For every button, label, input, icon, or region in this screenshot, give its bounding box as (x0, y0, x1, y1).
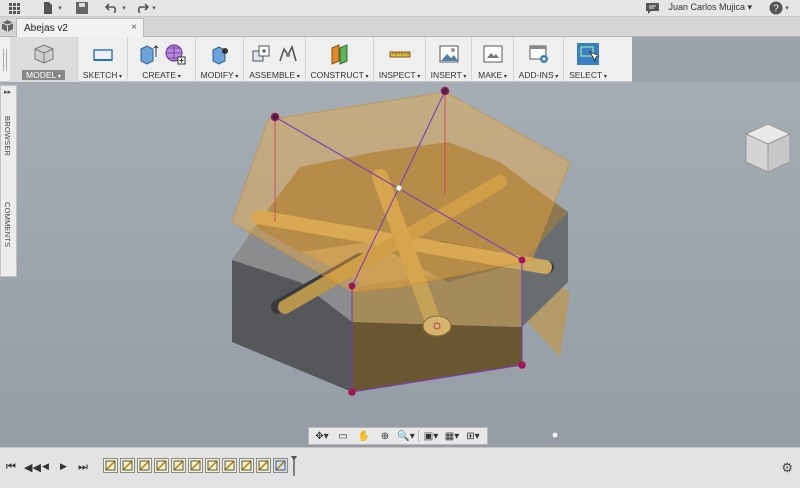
measure-icon (389, 51, 410, 58)
addins-group[interactable]: ADD-INS (514, 37, 564, 82)
timeline-play-icon[interactable]: ▶ (60, 461, 67, 472)
joint-icon (278, 44, 297, 62)
undo-icon[interactable] (104, 1, 120, 15)
help-chevron-icon: ▾ (785, 5, 789, 12)
timeline-feature[interactable] (273, 458, 288, 473)
sketch-rectangle-icon (92, 49, 113, 61)
construct-group[interactable]: CONSTRUCT (306, 37, 374, 82)
timeline-feature[interactable] (256, 458, 271, 473)
viewcube[interactable] (743, 122, 793, 174)
timeline-marker[interactable] (291, 456, 297, 476)
select-label: SELECT (569, 70, 607, 80)
scripts-addins-icon (529, 45, 548, 63)
timeline-end-icon[interactable]: ⏭ (78, 461, 88, 474)
assemble-group[interactable]: ASSEMBLE (244, 37, 306, 82)
messages-icon[interactable] (644, 1, 660, 15)
redo-icon[interactable] (134, 1, 150, 15)
sketch-label: SKETCH (83, 70, 122, 80)
timeline-feature[interactable] (239, 458, 254, 473)
zoom-icon[interactable]: 🔍▾ (397, 431, 415, 442)
gear-icon[interactable]: ⚙ (781, 460, 793, 476)
save-icon[interactable] (74, 1, 90, 15)
select-group[interactable]: SELECT (564, 37, 612, 82)
help-icon[interactable]: ? ▾ (766, 1, 792, 15)
app-grid-icon[interactable] (6, 1, 22, 15)
new-component-icon (252, 45, 269, 62)
timeline-track[interactable] (103, 458, 288, 480)
browser-panel-toggle[interactable]: BROWSER (3, 116, 12, 156)
construct-label: CONSTRUCT (310, 70, 368, 80)
undo-chevron-icon[interactable]: ▾ (120, 1, 128, 15)
create-group[interactable]: CREATE (128, 37, 196, 82)
insert-label: INSERT (431, 70, 467, 80)
modify-group[interactable]: MODIFY (196, 37, 244, 82)
modify-label: MODIFY (201, 70, 239, 80)
insert-image-icon (439, 45, 458, 63)
user-menu[interactable]: Juan Carlos Mujica ▾ (668, 2, 752, 13)
workspace-switcher-model[interactable]: MODEL (10, 37, 78, 82)
addins-label: ADD-INS (519, 70, 559, 80)
timeline-back-icon[interactable]: ◀◀ (24, 461, 41, 474)
grid-settings-icon[interactable]: ▦▾ (443, 431, 461, 442)
data-panel-icon[interactable] (2, 20, 13, 32)
insert-group[interactable]: INSERT (426, 37, 472, 82)
select-icon (577, 43, 599, 65)
timeline-feature[interactable] (137, 458, 152, 473)
navigation-bar: ✥▾ ▭ ✋ ⊕ 🔍▾ ▣▾ ▦▾ ⊞▾ (308, 427, 488, 445)
model-workspace-icon (34, 44, 53, 64)
look-at-icon[interactable]: ▭ (334, 431, 352, 442)
make-label: MAKE (478, 70, 507, 80)
timeline-prev-icon[interactable]: ◀ (42, 461, 49, 472)
model-canvas[interactable] (0, 82, 800, 447)
close-tab-icon[interactable]: × (131, 22, 137, 33)
timeline-feature[interactable] (120, 458, 135, 473)
comments-panel-toggle[interactable]: COMMENTS (3, 202, 12, 247)
form-sphere-icon (165, 44, 185, 65)
ribbon-grip[interactable] (0, 37, 10, 82)
channel-end (422, 315, 452, 337)
expand-panel-icon[interactable]: ▸▸ (4, 88, 11, 96)
timeline-start-icon[interactable]: ⏮ (6, 461, 16, 474)
sketch-group[interactable]: SKETCH (78, 37, 128, 82)
timeline-feature[interactable] (188, 458, 203, 473)
inspect-group[interactable]: INSPECT (374, 37, 426, 82)
toolbar-ribbon: MODEL SKETCH CREATE MODIFY ASSEMBLE CONS… (0, 37, 632, 82)
timeline: ⏮ ◀◀ ◀ ▶ ⏭ ⚙ (0, 447, 800, 488)
timeline-feature[interactable] (205, 458, 220, 473)
press-pull-icon (212, 46, 228, 65)
zoom-window-icon[interactable]: ⊕ (376, 431, 394, 442)
inspect-label: INSPECT (379, 70, 421, 80)
pan-icon[interactable]: ✋ (355, 431, 373, 442)
document-title: Abejas v2 (24, 22, 68, 34)
orbit-icon[interactable]: ✥▾ (313, 431, 331, 442)
timeline-feature[interactable] (171, 458, 186, 473)
side-panel: ▸▸ BROWSER COMMENTS (0, 85, 17, 277)
help-icon-glyph: ? (773, 4, 779, 15)
3d-print-icon (483, 45, 502, 63)
extrude-icon (140, 45, 158, 65)
app-bar: ▾ ▾ ▾ Juan Carlos Mujica ▾ ? ▾ (0, 0, 800, 17)
timeline-feature[interactable] (103, 458, 118, 473)
viewports-icon[interactable]: ⊞▾ (464, 431, 482, 442)
offset-plane-icon (331, 44, 347, 65)
redo-chevron-icon[interactable]: ▾ (150, 1, 158, 15)
document-tab[interactable]: Abejas v2 × (16, 18, 144, 37)
nav-separator (418, 430, 419, 442)
display-settings-icon[interactable]: ▣▾ (422, 431, 440, 442)
model-label: MODEL (22, 70, 65, 80)
create-label: CREATE (142, 70, 181, 80)
make-group[interactable]: MAKE (472, 37, 514, 82)
timeline-feature[interactable] (154, 458, 169, 473)
document-tab-bar: Abejas v2 × (0, 17, 800, 37)
file-icon[interactable] (40, 1, 56, 15)
timeline-feature[interactable] (222, 458, 237, 473)
3d-viewport[interactable] (0, 82, 800, 447)
assemble-label: ASSEMBLE (249, 70, 300, 80)
file-menu-chevron-icon[interactable]: ▾ (56, 1, 64, 15)
